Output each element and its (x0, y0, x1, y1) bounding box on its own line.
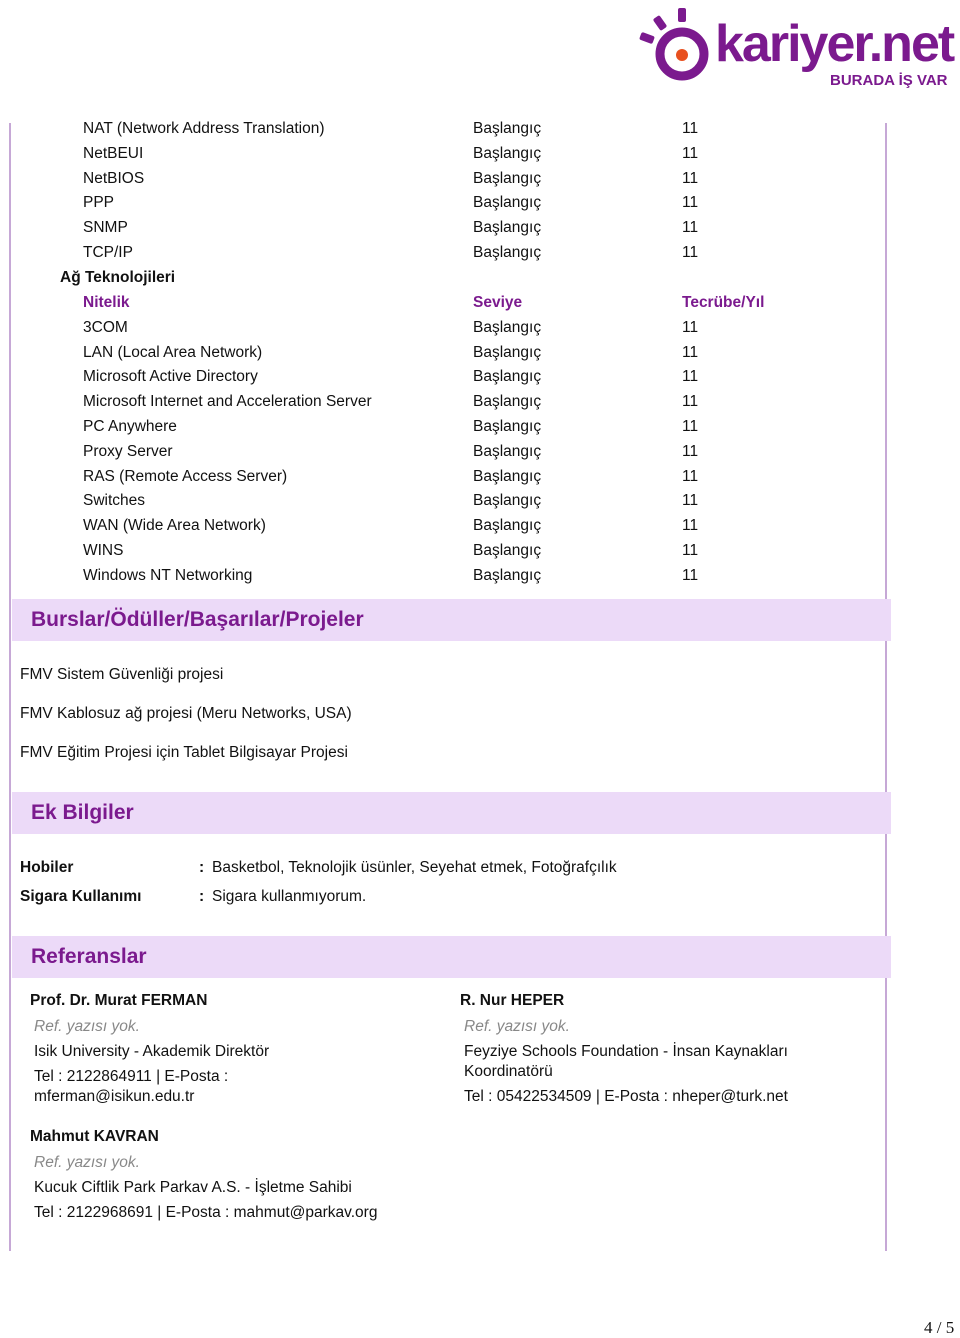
reference-note: Ref. yazısı yok. (34, 1018, 140, 1035)
reference-card: Prof. Dr. Murat FERMAN Ref. yazısı yok. … (30, 991, 414, 1112)
skill-level: Başlangıç (473, 393, 542, 410)
extra-colon: : (199, 859, 205, 876)
skill-level: Başlangıç (473, 120, 542, 137)
skill-name: NetBIOS (83, 170, 145, 187)
section-title: Burslar/Ödüller/Başarılar/Projeler (31, 608, 364, 631)
skill-level: Başlangıç (473, 145, 542, 162)
skill-years: 11 (682, 319, 699, 336)
reference-org: Isik University - Akademik Direktör (34, 1043, 270, 1060)
skill-name: Switches (83, 492, 146, 509)
skill-years: 11 (682, 120, 699, 137)
header-level: Seviye (473, 294, 523, 311)
skill-years: 11 (682, 393, 699, 410)
skill-name: Proxy Server (83, 443, 173, 460)
reference-note: Ref. yazısı yok. (464, 1018, 570, 1035)
reference-contact: Tel : 2122968691 | E-Posta : mahmut@park… (34, 1204, 378, 1221)
skill-level: Başlangıç (473, 244, 542, 261)
skill-years: 11 (682, 145, 699, 162)
skill-level: Başlangıç (473, 194, 542, 211)
skill-years: 11 (682, 468, 699, 485)
reference-card: Mahmut KAVRAN Ref. yazısı yok. Kucuk Cif… (30, 1127, 454, 1228)
skill-name: LAN (Local Area Network) (83, 344, 263, 361)
reference-note: Ref. yazısı yok. (34, 1154, 140, 1171)
skill-name: Windows NT Networking (83, 567, 253, 584)
skill-name: PC Anywhere (83, 418, 177, 435)
extra-label: Sigara Kullanımı (20, 888, 142, 905)
page-indicator: 4 / 5 (924, 1318, 955, 1337)
skill-years: 11 (682, 219, 699, 236)
skill-years: 11 (682, 170, 699, 187)
skill-years: 11 (682, 368, 699, 385)
skill-years: 11 (682, 418, 699, 435)
award-item: FMV Kablosuz ağ projesi (Meru Networks, … (20, 705, 352, 722)
skill-level: Başlangıç (473, 170, 542, 187)
skill-name: WINS (83, 542, 124, 559)
section-title: Ek Bilgiler (31, 801, 134, 824)
skill-name: TCP/IP (83, 244, 133, 261)
reference-org: Kucuk Ciftlik Park Parkav A.S. - İşletme… (34, 1179, 352, 1196)
skill-level: Başlangıç (473, 344, 542, 361)
frame-border-right (885, 123, 887, 1251)
skill-years: 11 (682, 567, 699, 584)
logo-tagline: BURADA İŞ VAR (830, 72, 948, 89)
skill-level: Başlangıç (473, 319, 542, 336)
skill-level: Başlangıç (473, 517, 542, 534)
skill-name: RAS (Remote Access Server) (83, 468, 288, 485)
frame-border-left (9, 123, 11, 1251)
extra-value: Basketbol, Teknolojik üsünler, Seyehat e… (212, 859, 617, 876)
reference-name: Mahmut KAVRAN (30, 1128, 159, 1145)
skill-name: NetBEUI (83, 145, 144, 162)
skill-name: WAN (Wide Area Network) (83, 517, 266, 534)
extra-value: Sigara kullanmıyorum. (212, 888, 367, 905)
skill-years: 11 (682, 492, 699, 509)
header-years: Tecrübe/Yıl (682, 294, 765, 311)
section-title: Referanslar (31, 945, 147, 968)
award-item: FMV Eğitim Projesi için Tablet Bilgisaya… (20, 744, 348, 761)
skill-level: Başlangıç (473, 567, 542, 584)
award-item: FMV Sistem Güvenliği projesi (20, 666, 224, 683)
skill-name: PPP (83, 194, 115, 211)
skill-name: SNMP (83, 219, 128, 236)
skill-years: 11 (682, 344, 699, 361)
skill-years: 11 (682, 244, 699, 261)
skill-level: Başlangıç (473, 468, 542, 485)
section-header-references: Referanslar (12, 936, 891, 978)
reference-org: Feyziye Schools Foundation - İnsan Kayna… (464, 1043, 788, 1080)
skill-years: 11 (682, 194, 699, 211)
extra-colon: : (199, 888, 205, 905)
kariyer-logo: kariyer.net BURADA İŞ VAR (630, 4, 955, 96)
skill-level: Başlangıç (473, 542, 542, 559)
skill-years: 11 (682, 443, 699, 460)
section-header-extra: Ek Bilgiler (12, 792, 891, 834)
skill-name: NAT (Network Address Translation) (83, 120, 325, 137)
skill-years: 11 (682, 542, 699, 559)
skill-name: Microsoft Internet and Acceleration Serv… (83, 393, 372, 410)
reference-card: R. Nur HEPER Ref. yazısı yok. Feyziye Sc… (460, 991, 844, 1112)
skill-level: Başlangıç (473, 418, 542, 435)
skill-name: Microsoft Active Directory (83, 368, 258, 385)
reference-name: Prof. Dr. Murat FERMAN (30, 992, 208, 1009)
reference-contact: Tel : 2122864911 | E-Posta : mferman@isi… (34, 1068, 229, 1105)
group-title: Ağ Teknolojileri (60, 269, 176, 286)
section-header-awards: Burslar/Ödüller/Başarılar/Projeler (12, 599, 891, 641)
skill-level: Başlangıç (473, 443, 542, 460)
skill-level: Başlangıç (473, 368, 542, 385)
skill-level: Başlangıç (473, 492, 542, 509)
reference-contact: Tel : 05422534509 | E-Posta : nheper@tur… (464, 1088, 788, 1105)
extra-label: Hobiler (20, 859, 74, 876)
header-skill: Nitelik (83, 294, 130, 311)
skill-level: Başlangıç (473, 219, 542, 236)
logo-wordmark: kariyer.net (715, 15, 955, 73)
reference-name: R. Nur HEPER (460, 992, 565, 1009)
skill-name: 3COM (83, 319, 128, 336)
skill-years: 11 (682, 517, 699, 534)
sun-eye-icon (639, 8, 709, 81)
